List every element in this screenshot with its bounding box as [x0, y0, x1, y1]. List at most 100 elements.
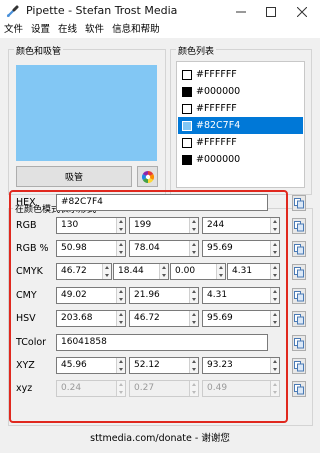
cmyk-value-text: 0.00: [175, 266, 196, 276]
spin-buttons[interactable]: [270, 311, 279, 326]
spin-buttons[interactable]: [216, 264, 225, 279]
spin-buttons[interactable]: [270, 288, 279, 303]
spin-buttons[interactable]: [189, 288, 198, 303]
color-list-item-selected[interactable]: #82C7F4: [178, 117, 303, 134]
color-list-item[interactable]: #FFFFFF: [178, 100, 303, 117]
xyz-value-field[interactable]: 45.96: [56, 357, 126, 374]
hsv-value-field[interactable]: 46.72: [129, 310, 199, 327]
cmy-copy-button[interactable]: [292, 288, 306, 304]
cmy-value-text: 49.02: [61, 290, 87, 300]
spin-buttons[interactable]: [189, 241, 198, 256]
color-picker-group-title: 颜色和吸管: [14, 44, 64, 57]
color-swatch: [182, 86, 192, 97]
xyz-value-text: 0.24: [61, 383, 82, 393]
cmy-value-field[interactable]: 21.96: [129, 287, 199, 304]
color-list-item-label: #FFFFFF: [196, 103, 237, 114]
cmyk-value-text: 46.72: [61, 266, 87, 276]
color-list-item[interactable]: #000000: [178, 83, 303, 100]
rgb-copy-button[interactable]: [292, 218, 306, 234]
menu-online[interactable]: 在线: [54, 23, 81, 38]
rgb-value-field[interactable]: 78.04: [129, 240, 199, 257]
tcolor-copy-button[interactable]: [292, 335, 306, 351]
close-button[interactable]: [287, 0, 317, 23]
copy-icon: [294, 244, 304, 255]
color-listbox[interactable]: #FFFFFF #000000 #FFFFFF #82C7F4 #FFFFFF …: [176, 61, 305, 188]
menu-file[interactable]: 文件: [0, 23, 27, 38]
color-list-item-label: #FFFFFF: [196, 137, 237, 148]
tcolor-value-field[interactable]: 16041858: [56, 334, 268, 351]
spin-buttons[interactable]: [270, 358, 279, 373]
cmy-value-field[interactable]: 4.31: [202, 287, 280, 304]
rgb-value-text: 244: [207, 220, 225, 230]
rgb-value-field[interactable]: 130: [56, 217, 126, 234]
spin-buttons[interactable]: [189, 381, 198, 396]
spin-buttons[interactable]: [116, 218, 125, 233]
color-list-item[interactable]: #FFFFFF: [178, 134, 303, 151]
color-swatch: [182, 69, 192, 80]
hex-copy-button[interactable]: [292, 195, 306, 211]
cmyk-value-field[interactable]: 0.00: [170, 263, 226, 280]
color-list-item[interactable]: #FFFFFF: [178, 66, 303, 83]
spin-buttons[interactable]: [270, 381, 279, 396]
spin-buttons[interactable]: [270, 264, 279, 279]
hsv-copy-button[interactable]: [292, 311, 306, 327]
xyz-value-field[interactable]: 0.49: [202, 380, 280, 397]
menu-settings[interactable]: 设置: [27, 23, 54, 38]
copy-icon: [294, 314, 304, 325]
xyz-value-field[interactable]: 93.23: [202, 357, 280, 374]
color-list-item[interactable]: #000000: [178, 151, 303, 168]
color-list-group-title: 颜色列表: [176, 44, 217, 57]
spin-buttons[interactable]: [102, 264, 111, 279]
rgb-value-text: 199: [134, 220, 152, 230]
rgb-value-field[interactable]: 244: [202, 217, 280, 234]
spin-buttons[interactable]: [270, 218, 279, 233]
minimize-button[interactable]: [226, 0, 256, 23]
hex-value-field[interactable]: #82C7F4: [56, 194, 268, 211]
menu-info-help[interactable]: 信息和帮助: [108, 23, 164, 38]
cmyk-value-field[interactable]: 18.44: [113, 263, 169, 280]
rgb-value-field[interactable]: 95.69: [202, 240, 280, 257]
xyz-value-text: 93.23: [207, 360, 233, 370]
spin-buttons[interactable]: [116, 311, 125, 326]
cmyk-label: CMYK: [16, 266, 43, 277]
copy-icon: [294, 338, 304, 349]
donate-link[interactable]: sttmedia.com/donate - 谢谢您: [0, 430, 320, 444]
xyz-label: xyz: [16, 383, 33, 394]
spin-buttons[interactable]: [189, 311, 198, 326]
pipette-button[interactable]: 吸管: [16, 166, 132, 187]
rgb-copy-button[interactable]: [292, 241, 306, 257]
close-icon: [297, 6, 307, 17]
cmy-value-text: 21.96: [134, 290, 160, 300]
maximize-button[interactable]: [256, 0, 286, 23]
spin-buttons[interactable]: [116, 241, 125, 256]
spin-buttons[interactable]: [189, 218, 198, 233]
spin-buttons[interactable]: [116, 288, 125, 303]
spin-buttons[interactable]: [116, 381, 125, 396]
cmy-value-field[interactable]: 49.02: [56, 287, 126, 304]
tcolor-label: TColor: [16, 337, 47, 348]
cmyk-copy-button[interactable]: [292, 264, 306, 280]
xyz-copy-button[interactable]: [292, 358, 306, 374]
color-wheel-icon: [141, 170, 154, 183]
cmyk-value-field[interactable]: 4.31: [227, 263, 280, 280]
hsv-value-field[interactable]: 203.68: [56, 310, 126, 327]
xyz-value-field[interactable]: 52.12: [129, 357, 199, 374]
xyz-value-text: 0.27: [134, 383, 155, 393]
rgb-value-text: 50.98: [61, 243, 87, 253]
hsv-value-field[interactable]: 95.69: [202, 310, 280, 327]
spin-buttons[interactable]: [270, 241, 279, 256]
rgb-value-field[interactable]: 50.98: [56, 240, 126, 257]
cmyk-value-field[interactable]: 46.72: [56, 263, 112, 280]
rgb-value-field[interactable]: 199: [129, 217, 199, 234]
xyz-copy-button[interactable]: [292, 381, 306, 397]
spin-buttons[interactable]: [159, 264, 168, 279]
menu-software[interactable]: 软件: [81, 23, 108, 38]
hex-label: HEX: [16, 197, 36, 208]
spin-buttons[interactable]: [116, 358, 125, 373]
color-swatch: [182, 154, 192, 165]
spin-buttons[interactable]: [189, 358, 198, 373]
hsv-label: HSV: [16, 313, 36, 324]
color-wheel-button[interactable]: [137, 166, 158, 187]
xyz-value-field[interactable]: 0.27: [129, 380, 199, 397]
xyz-value-field[interactable]: 0.24: [56, 380, 126, 397]
